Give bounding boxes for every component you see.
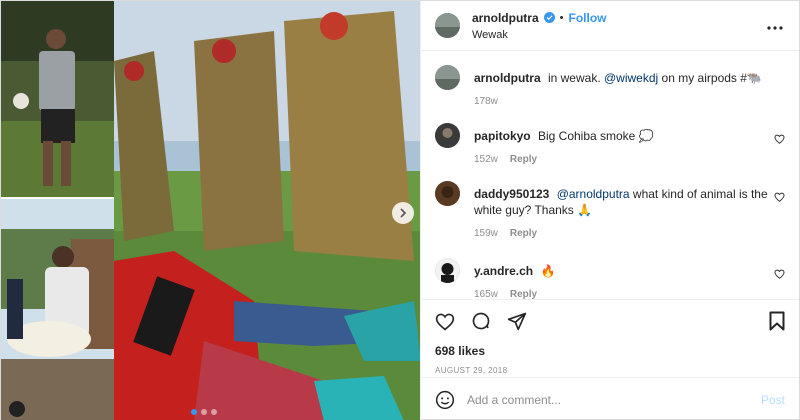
post-header-row: arnoldputra • Follow	[472, 11, 763, 25]
post-location-link[interactable]: Wewak	[472, 29, 763, 41]
like-heart-icon[interactable]	[435, 312, 455, 331]
carousel-dots	[191, 409, 217, 415]
emoji-smiley-icon[interactable]	[435, 390, 455, 410]
caption-username[interactable]: arnoldputra	[474, 71, 541, 85]
comment-item: papitokyo Big Cohiba smoke 💭 152w Reply	[434, 123, 785, 181]
post-comment-button[interactable]: Post	[761, 393, 785, 407]
reply-button[interactable]: Reply	[510, 154, 537, 165]
photo-dancers-and-boots	[114, 1, 420, 420]
comment-username[interactable]: y.andre.ch	[474, 264, 533, 278]
save-bookmark-icon[interactable]	[769, 311, 785, 331]
post-media-carousel[interactable]	[1, 1, 420, 420]
comments-list[interactable]: arnoldputra in wewak. @wiwekdj on my air…	[421, 51, 799, 299]
comment-message: 🔥	[540, 264, 556, 278]
comment-meta: 152w Reply	[474, 154, 785, 165]
photo-man-holding-skull	[1, 1, 114, 197]
comment-meta: 165w Reply	[474, 289, 785, 299]
carousel-dot	[201, 409, 207, 415]
follow-button[interactable]: Follow	[568, 11, 606, 25]
carousel-dot	[191, 409, 197, 415]
add-comment-input[interactable]	[466, 392, 761, 407]
share-paper-plane-icon[interactable]	[507, 311, 527, 331]
caption-text: arnoldputra in wewak. @wiwekdj on my air…	[474, 70, 774, 86]
carousel-next-button[interactable]	[392, 202, 414, 224]
action-icons-row	[435, 310, 785, 332]
like-comment-heart-icon[interactable]	[774, 192, 785, 202]
photo-man-holding-animal	[1, 199, 114, 420]
comment-item: y.andre.ch 🔥 165w Reply	[434, 258, 785, 299]
avatar[interactable]	[434, 65, 460, 90]
like-comment-heart-icon[interactable]	[774, 269, 785, 279]
comment-timestamp[interactable]: 159w	[474, 228, 498, 239]
comment-mention-link[interactable]: @arnoldputra	[557, 187, 630, 201]
add-comment-bar: Post	[420, 377, 799, 420]
comment-text: daddy950123 @arnoldputra what kind of an…	[474, 186, 774, 218]
comment-username[interactable]: papitokyo	[474, 129, 531, 143]
caption-mention-link[interactable]: @wiwekdj	[604, 71, 658, 85]
avatar[interactable]	[434, 13, 460, 38]
avatar[interactable]	[434, 123, 460, 148]
verified-badge-icon	[543, 12, 555, 23]
post-caption: arnoldputra in wewak. @wiwekdj on my air…	[434, 65, 785, 123]
reply-button[interactable]: Reply	[510, 228, 537, 239]
header-separator: •	[559, 11, 564, 24]
caption-body: arnoldputra in wewak. @wiwekdj on my air…	[474, 65, 785, 107]
comment-bubble-icon[interactable]	[471, 311, 491, 331]
comment-body: papitokyo Big Cohiba smoke 💭 152w Reply	[474, 123, 785, 165]
post-header-info: arnoldputra • Follow Wewak	[472, 11, 763, 41]
avatar[interactable]	[434, 181, 460, 206]
comment-text: y.andre.ch 🔥	[474, 263, 774, 279]
chevron-right-icon	[400, 208, 407, 218]
comment-meta: 159w Reply	[474, 228, 785, 239]
comment-body: daddy950123 @arnoldputra what kind of an…	[474, 181, 785, 239]
more-options-icon[interactable]	[763, 21, 783, 31]
post-author-username[interactable]: arnoldputra	[472, 11, 539, 25]
comment-timestamp[interactable]: 165w	[474, 289, 498, 299]
post-date[interactable]: August 29, 2018	[435, 366, 785, 375]
reply-button[interactable]: Reply	[510, 289, 537, 299]
caption-meta: 178w	[474, 96, 785, 107]
comment-item: daddy950123 @arnoldputra what kind of an…	[434, 181, 785, 258]
post-header: arnoldputra • Follow Wewak	[420, 1, 799, 51]
comment-message: Big Cohiba smoke 💭	[537, 129, 654, 143]
comment-username[interactable]: daddy950123	[474, 187, 549, 201]
caption-timestamp[interactable]: 178w	[474, 96, 498, 107]
caption-text-after: on my airpods #🐃	[661, 71, 762, 85]
carousel-dot	[211, 409, 217, 415]
comment-body: y.andre.ch 🔥 165w Reply	[474, 258, 785, 299]
comment-timestamp[interactable]: 152w	[474, 154, 498, 165]
post-actions-section: 698 likes August 29, 2018 Post	[420, 299, 799, 420]
post-details-panel: arnoldputra • Follow Wewak arnoldputra i…	[419, 1, 799, 420]
instagram-post: arnoldputra • Follow Wewak arnoldputra i…	[0, 0, 800, 420]
like-comment-heart-icon[interactable]	[774, 134, 785, 144]
caption-text-before: in wewak.	[547, 71, 601, 85]
likes-count[interactable]: 698 likes	[435, 344, 785, 358]
avatar[interactable]	[434, 258, 460, 283]
comment-text: papitokyo Big Cohiba smoke 💭	[474, 128, 774, 144]
